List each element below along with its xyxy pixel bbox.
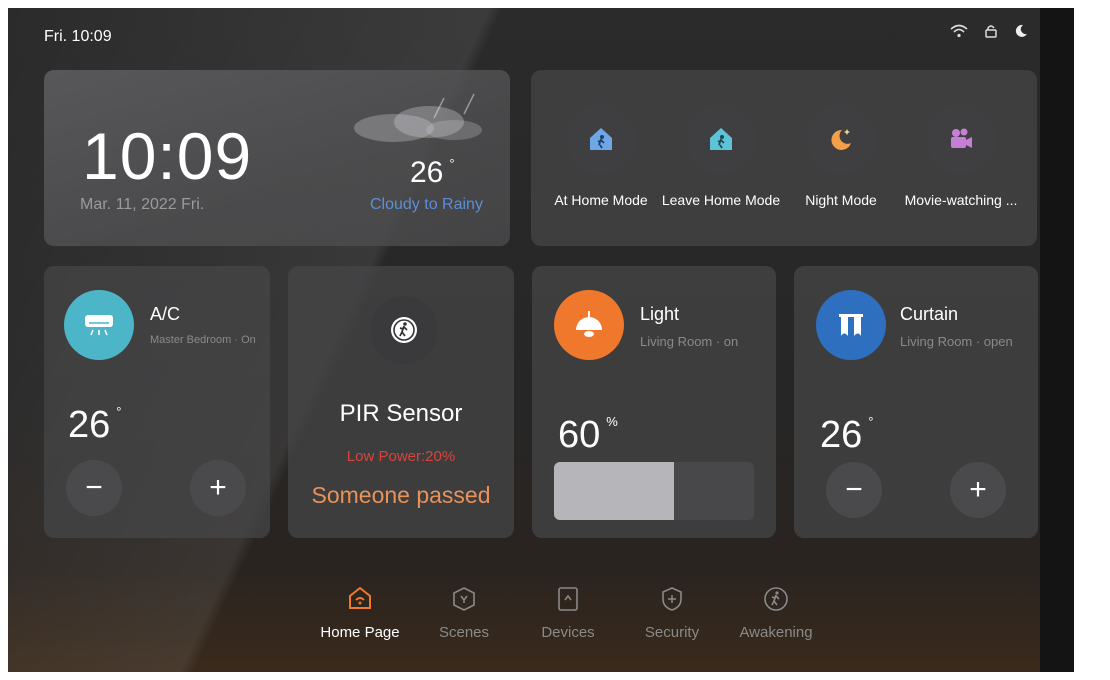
- light-subtitle: Living Room · on: [640, 334, 739, 349]
- light-brightness: 60%: [558, 414, 618, 457]
- nav-devices[interactable]: Devices: [516, 584, 620, 641]
- ac-title: A/C: [150, 304, 181, 324]
- nav-awakening[interactable]: Awakening: [724, 584, 828, 641]
- walk-icon: [724, 584, 828, 614]
- light-level-unit: %: [606, 414, 618, 429]
- mode-label: Night Mode: [805, 192, 877, 208]
- moon-star-icon: [806, 104, 876, 174]
- movie-camera-icon: [926, 104, 996, 174]
- brightness-slider-fill: [554, 462, 674, 520]
- ac-decrease-button[interactable]: −: [66, 460, 122, 516]
- ac-degree: °: [116, 404, 122, 419]
- ceiling-lamp-icon: [554, 290, 624, 360]
- curtain-degree: °: [868, 414, 874, 429]
- cloud-illustration: [354, 93, 482, 142]
- bottom-navigation: Home Page Scenes Devices Security Awaken…: [308, 584, 828, 641]
- status-icons: [950, 24, 1028, 38]
- mode-label: Leave Home Mode: [661, 192, 781, 208]
- light-card[interactable]: Light Living Room · on 60%: [532, 266, 776, 538]
- curtain-icon: [816, 290, 886, 360]
- scene-modes-card: At Home Mode Leave Home Mode Night Mode …: [531, 70, 1037, 246]
- smart-home-screen: Fri. 10:09 10:09 Mar. 11, 2022 Fri. 26 ° …: [8, 8, 1074, 672]
- mode-label: Movie-watching ...: [904, 192, 1018, 208]
- mode-leave-home[interactable]: Leave Home Mode: [661, 104, 781, 208]
- mode-label: At Home Mode: [554, 192, 648, 208]
- ac-temperature: 26 °: [68, 404, 121, 447]
- pir-sensor-card[interactable]: PIR Sensor Low Power:20% Someone passed: [288, 266, 514, 538]
- weather-degree: °: [449, 156, 455, 171]
- wifi-icon: [950, 24, 968, 38]
- pir-title: PIR Sensor: [339, 400, 463, 427]
- pir-motion-status: Someone passed: [311, 482, 491, 508]
- clock-weather-card: 10:09 Mar. 11, 2022 Fri. 26 ° Cloudy to R…: [44, 70, 510, 246]
- mode-movie[interactable]: Movie-watching ...: [901, 104, 1021, 208]
- devices-icon: [516, 584, 620, 614]
- ac-temp-value: 26: [68, 404, 111, 446]
- nav-security[interactable]: Security: [620, 584, 724, 641]
- weather-temp-value: 26: [410, 156, 444, 189]
- air-conditioner-icon: [64, 290, 134, 360]
- ac-card[interactable]: A/C Master Bedroom · On 26 ° − +: [44, 266, 270, 538]
- moon-icon: [1014, 24, 1028, 38]
- lock-icon: [984, 24, 998, 38]
- curtain-value-number: 26: [820, 414, 863, 456]
- curtain-subtitle: Living Room · open: [900, 334, 1013, 349]
- nav-label: Security: [644, 624, 700, 641]
- screen-bezel: [1040, 8, 1074, 672]
- scenes-icon: [412, 584, 516, 614]
- nav-scenes[interactable]: Scenes: [412, 584, 516, 641]
- curtain-increase-button[interactable]: +: [950, 462, 1006, 518]
- motion-sensor-icon: [370, 296, 438, 364]
- mode-at-home[interactable]: At Home Mode: [541, 104, 661, 208]
- curtain-card[interactable]: Curtain Living Room · open 26 ° − +: [794, 266, 1038, 538]
- nav-label: Home Page: [320, 624, 400, 641]
- curtain-title: Curtain: [900, 304, 959, 324]
- status-time: Fri. 10:09: [44, 28, 112, 45]
- nav-home[interactable]: Home Page: [308, 584, 412, 641]
- clock-date: Mar. 11, 2022 Fri.: [80, 196, 205, 213]
- brightness-slider[interactable]: [554, 462, 754, 520]
- clock-time: 10:09: [82, 119, 253, 193]
- ac-subtitle: Master Bedroom · On: [150, 334, 256, 346]
- home-icon: [308, 584, 412, 614]
- mode-night[interactable]: Night Mode: [781, 104, 901, 208]
- shield-icon: [620, 584, 724, 614]
- light-title: Light: [640, 304, 680, 324]
- pir-power-status: Low Power:20%: [346, 448, 456, 465]
- weather-temperature: 26 °: [410, 156, 455, 190]
- home-walk-icon: [566, 104, 636, 174]
- weather-description: Cloudy to Rainy: [370, 196, 483, 213]
- nav-label: Awakening: [739, 624, 813, 641]
- home-leave-icon: [686, 104, 756, 174]
- ac-increase-button[interactable]: +: [190, 460, 246, 516]
- nav-label: Scenes: [438, 624, 490, 641]
- curtain-value: 26 °: [820, 414, 873, 457]
- curtain-decrease-button[interactable]: −: [826, 462, 882, 518]
- nav-label: Devices: [541, 624, 595, 641]
- light-level-value: 60: [558, 414, 601, 456]
